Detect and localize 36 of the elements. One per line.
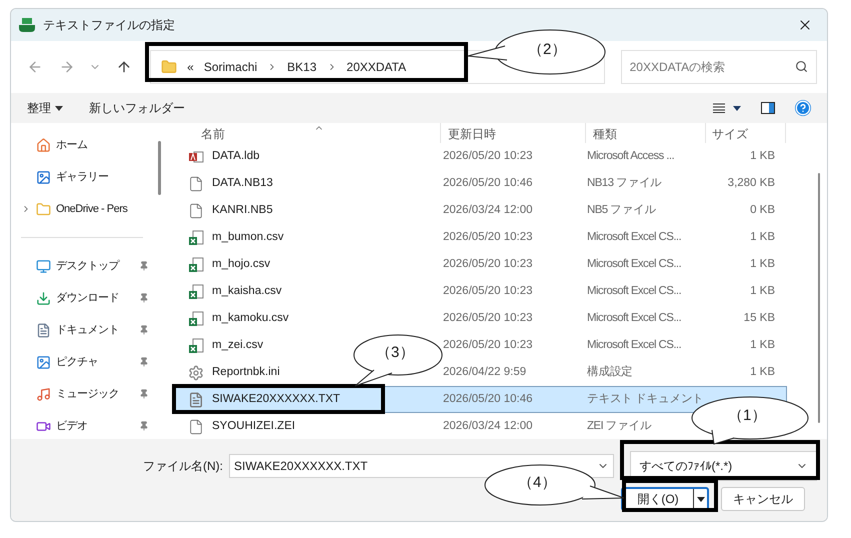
file-size: 1 KB [750, 230, 775, 243]
file-type: Microsoft Excel CS... [587, 284, 682, 297]
callout-tooltip: （2） [467, 29, 606, 75]
file-size: 3,280 KB [728, 176, 775, 189]
file-size: 1 KB [750, 284, 775, 297]
modified-date: 2026/03/24 12:00 [443, 420, 533, 432]
file-type: Microsoft Excel CS... [587, 230, 682, 243]
modified-date: 2026/04/22 9:59 [443, 366, 526, 378]
file-size: 15 KB [744, 312, 775, 324]
file-type: Microsoft Excel CS... [587, 338, 682, 351]
file-type: Microsoft Excel CS... [587, 258, 682, 270]
file-size: 1 KB [750, 258, 775, 270]
callout-tooltip: （4） [484, 464, 625, 506]
file-size: 1 KB [750, 150, 775, 162]
file-size: 1 KB [750, 366, 775, 378]
modified-date: 2026/05/20 10:46 [443, 176, 533, 189]
file-type: ZEI ファイル [587, 420, 652, 432]
file-type: NB13 ファイル [587, 176, 662, 189]
file-type: テキスト ドキュメント [587, 392, 704, 405]
modified-date: 2026/05/20 10:23 [443, 338, 533, 351]
modified-date: 2026/05/20 10:23 [443, 312, 533, 324]
modified-date: 2026/03/24 12:00 [443, 204, 533, 216]
modified-date: 2026/05/20 10:23 [443, 258, 533, 270]
modified-date: 2026/05/20 10:23 [443, 230, 533, 243]
callout-tooltip: （3） [353, 334, 443, 387]
file-type: Microsoft Access ... [587, 150, 674, 162]
modified-date: 2026/05/20 10:23 [443, 150, 533, 162]
file-size: 1 KB [750, 338, 775, 351]
modified-date: 2026/05/20 10:46 [443, 392, 533, 405]
file-size: 0 KB [750, 204, 775, 216]
file-type: NB5 ファイル [587, 204, 656, 216]
file-type: Microsoft Excel CS... [587, 312, 682, 324]
file-type: 構成設定 [587, 366, 633, 378]
filename-label: ファイル名(N): [143, 458, 223, 475]
window-title: テキストファイルの指定 [43, 17, 175, 34]
modified-date: 2026/05/20 10:23 [443, 284, 533, 297]
